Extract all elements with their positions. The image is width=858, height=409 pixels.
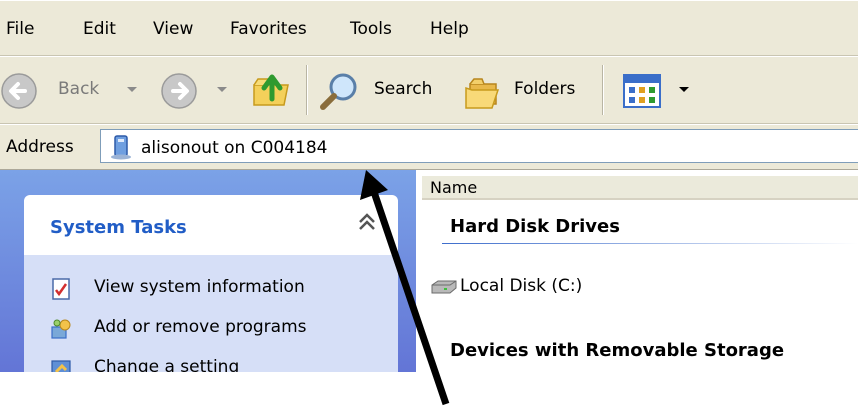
back-arrow-icon	[1, 73, 37, 109]
name-column-header[interactable]: Name	[422, 176, 858, 200]
folders-icon	[465, 78, 500, 109]
task-pane: System Tasks View system information Add…	[0, 170, 416, 372]
task-label: Change a setting	[94, 357, 240, 372]
forward-dropdown-icon[interactable]	[217, 87, 227, 92]
toolbar-separator	[602, 65, 604, 115]
system-tasks-panel: System Tasks View system information Add…	[24, 195, 398, 372]
folder-up-icon[interactable]	[250, 69, 292, 111]
menu-view[interactable]: View	[153, 19, 193, 39]
name-column-label: Name	[430, 178, 478, 197]
system-tasks-header[interactable]: System Tasks	[24, 195, 398, 255]
address-value: alisonout on C004184	[141, 138, 328, 158]
computer-icon	[111, 135, 131, 160]
system-tasks-list: View system information Add or remove pr…	[24, 255, 398, 372]
folders-label: Folders	[514, 79, 576, 99]
menu-edit[interactable]: Edit	[83, 19, 116, 39]
menu-tools[interactable]: Tools	[350, 19, 392, 39]
back-label: Back	[58, 79, 100, 99]
address-input[interactable]: alisonout on C004184	[100, 129, 858, 163]
group-divider	[442, 243, 858, 244]
menu-bar: File Edit View Favorites Tools Help	[0, 0, 858, 56]
task-label: Add or remove programs	[94, 317, 307, 337]
system-info-icon	[52, 278, 70, 300]
back-button[interactable]: Back	[0, 65, 140, 117]
search-button[interactable]: Search	[318, 65, 448, 117]
group-devices-removable-storage: Devices with Removable Storage	[450, 340, 785, 361]
folders-button[interactable]: Folders	[462, 65, 592, 117]
control-panel-icon	[51, 360, 71, 372]
standard-toolbar: Back Search Folders	[0, 56, 858, 124]
add-remove-programs-icon	[51, 319, 71, 339]
address-bar: Address alisonout on C004184	[0, 124, 858, 170]
views-button[interactable]	[622, 71, 692, 111]
system-tasks-title: System Tasks	[50, 217, 187, 238]
explorer-window: File Edit View Favorites Tools Help Back	[0, 0, 858, 372]
collapse-chevron-icon[interactable]	[354, 209, 380, 235]
task-label: View system information	[94, 277, 305, 297]
drive-label: Local Disk (C:)	[460, 276, 583, 296]
file-list-pane: Name Hard Disk Drives Local Disk (C:) De…	[416, 170, 858, 372]
toolbar-separator	[306, 65, 308, 115]
magnifier-icon	[320, 73, 357, 110]
menu-file[interactable]: File	[6, 19, 34, 39]
hard-disk-icon	[431, 280, 457, 294]
views-grid-icon	[623, 74, 661, 108]
search-label: Search	[374, 79, 433, 99]
views-dropdown-icon[interactable]	[679, 87, 689, 92]
back-dropdown-icon[interactable]	[127, 87, 137, 92]
address-label: Address	[6, 137, 74, 157]
forward-arrow-icon[interactable]	[160, 72, 198, 110]
menu-help[interactable]: Help	[430, 19, 469, 39]
group-hard-disk-drives: Hard Disk Drives	[450, 216, 620, 237]
menu-favorites[interactable]: Favorites	[230, 19, 307, 39]
